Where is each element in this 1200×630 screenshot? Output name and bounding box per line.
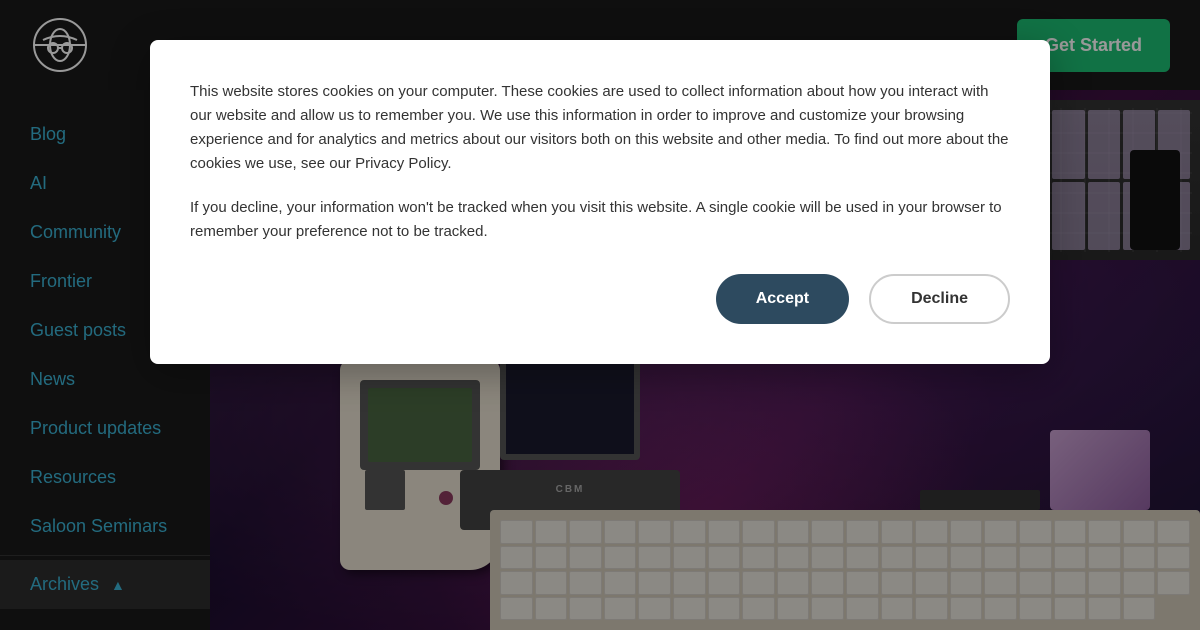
decline-button[interactable]: Decline — [869, 274, 1010, 324]
cookie-dialog: This website stores cookies on your comp… — [150, 40, 1050, 364]
cookie-text-2: If you decline, your information won't b… — [190, 196, 1010, 244]
cookie-overlay: This website stores cookies on your comp… — [0, 0, 1200, 630]
accept-button[interactable]: Accept — [716, 274, 849, 324]
cookie-text-1: This website stores cookies on your comp… — [190, 80, 1010, 176]
cookie-buttons: Accept Decline — [190, 274, 1010, 324]
